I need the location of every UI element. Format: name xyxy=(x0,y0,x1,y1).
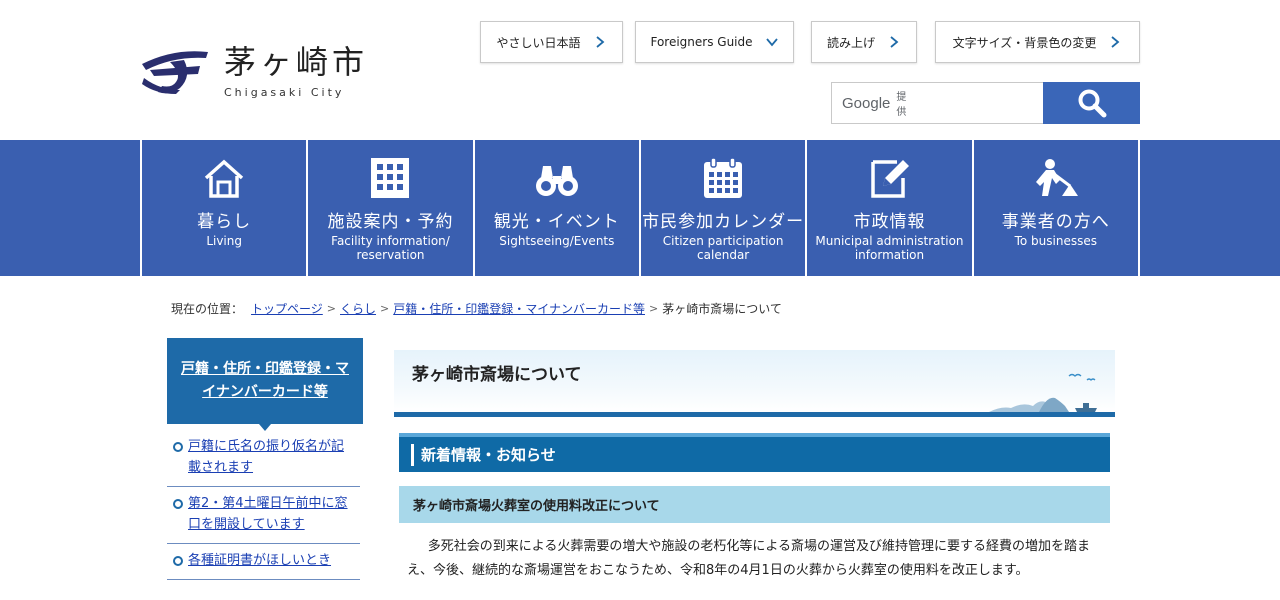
site-search: Google 提供 xyxy=(831,82,1140,124)
text-size-color-button[interactable]: 文字サイズ・背景色の変更 xyxy=(935,21,1140,63)
main-content: 茅ヶ崎市斎場について 新着情報・お知らせ 茅ヶ崎市斎場火葬室の使用料改正について… xyxy=(394,350,1115,583)
breadcrumb-link-living[interactable]: くらし xyxy=(340,300,376,317)
calendar-icon xyxy=(704,157,743,198)
list-item: 戸籍に氏名の振り仮名が記載されます xyxy=(167,430,360,487)
nav-label-ja: 市民参加カレンダー xyxy=(642,212,805,232)
search-button[interactable] xyxy=(1043,82,1140,124)
nav-label-en: To businesses xyxy=(1014,234,1097,248)
city-emblem-icon xyxy=(142,51,208,94)
nav-label-en: Citizen participation calendar xyxy=(662,234,784,262)
search-icon xyxy=(1078,89,1106,118)
nav-label-en: Facility information/ reservation xyxy=(331,234,450,262)
text-size-color-label: 文字サイズ・背景色の変更 xyxy=(952,35,1097,50)
heading-marker xyxy=(411,443,414,466)
breadcrumb-prefix: 現在の位置： xyxy=(171,302,244,316)
foreigners-guide-label: Foreigners Guide xyxy=(650,35,753,49)
breadcrumb-separator: > xyxy=(380,302,390,315)
side-menu-heading-link[interactable]: 戸籍・住所・印鑑登録・マイナンバーカード等 xyxy=(175,358,355,404)
nav-label-en: Municipal administration information xyxy=(815,234,964,262)
nav-label-ja: 施設案内・予約 xyxy=(327,212,454,232)
side-menu-list: 戸籍に氏名の振り仮名が記載されます 第2・第4土曜日午前中に窓口を開設しています… xyxy=(167,430,363,580)
read-aloud-button[interactable]: 読み上げ xyxy=(811,21,917,63)
notice-subheading: 茅ヶ崎市斎場火葬室の使用料改正について xyxy=(399,486,1110,523)
side-menu-heading: 戸籍・住所・印鑑登録・マイナンバーカード等 xyxy=(167,338,363,431)
nav-item-facility[interactable]: 施設案内・予約 Facility information/ reservatio… xyxy=(308,140,475,276)
chevron-right-icon xyxy=(595,36,604,48)
circle-bullet-icon xyxy=(173,499,183,509)
nav-item-living[interactable]: 暮らし Living xyxy=(142,140,309,276)
side-menu-link[interactable]: 戸籍に氏名の振り仮名が記載されます xyxy=(188,439,344,475)
nav-label-ja: 観光・イベント xyxy=(493,212,620,232)
global-navigation: 暮らし Living 施設案内・予約 Facility information/… xyxy=(0,140,1280,276)
nav-label-ja: 事業者の方へ xyxy=(1001,212,1110,232)
breadcrumb-current: 茅ヶ崎市斎場について xyxy=(662,302,782,316)
breadcrumb-separator: > xyxy=(326,302,336,315)
google-provided-label: 提供 xyxy=(896,92,907,118)
binoculars-icon xyxy=(535,166,578,196)
breadcrumb-separator: > xyxy=(649,302,659,315)
read-aloud-label: 読み上げ xyxy=(826,35,875,50)
news-section-heading: 新着情報・お知らせ xyxy=(399,433,1110,472)
news-heading-label: 新着情報・お知らせ xyxy=(421,446,556,464)
nav-item-businesses[interactable]: 事業者の方へ To businesses xyxy=(974,140,1140,276)
circle-bullet-icon xyxy=(173,442,183,452)
page-title-underline xyxy=(394,412,1115,417)
building-icon xyxy=(371,158,410,198)
side-menu: 戸籍・住所・印鑑登録・マイナンバーカード等 戸籍に氏名の振り仮名が記載されます … xyxy=(167,338,363,580)
search-box[interactable]: Google 提供 xyxy=(831,82,1062,124)
site-logo[interactable]: 茅ヶ崎市 Chigasaki City xyxy=(140,44,368,99)
nav-item-municipal[interactable]: 市政情報 Municipal administration informatio… xyxy=(807,140,974,276)
chevron-right-icon xyxy=(1111,36,1120,48)
foreigners-guide-button[interactable]: Foreigners Guide xyxy=(635,21,794,63)
circle-bullet-icon xyxy=(173,556,183,566)
site-header: 茅ヶ崎市 Chigasaki City やさしい日本語 Foreigners G… xyxy=(0,0,1280,140)
nav-label-ja: 市政情報 xyxy=(853,212,926,232)
search-input[interactable] xyxy=(906,88,1062,118)
nav-label-en: Living xyxy=(206,234,242,248)
notice-body-text: 多死社会の到来による火葬需要の増大や施設の老朽化等による斎場の運営及び維持管理に… xyxy=(407,539,1091,578)
logo-romanized-name: Chigasaki City xyxy=(224,86,345,99)
side-menu-link[interactable]: 第2・第4土曜日午前中に窓口を開設しています xyxy=(188,496,348,532)
breadcrumb: 現在の位置： トップページ > くらし > 戸籍・住所・印鑑登録・マイナンバーカ… xyxy=(171,300,782,317)
house-icon xyxy=(204,159,244,198)
google-logo: Google xyxy=(842,94,891,112)
easy-japanese-button[interactable]: やさしい日本語 xyxy=(480,21,623,63)
logo-city-name: 茅ヶ崎市 xyxy=(224,43,369,81)
list-item: 各種証明書がほしいとき xyxy=(167,544,360,580)
nav-label-en: Sightseeing/Events xyxy=(499,234,615,248)
list-item: 第2・第4土曜日午前中に窓口を開設しています xyxy=(167,487,360,544)
page-title: 茅ヶ崎市斎場について xyxy=(412,365,582,385)
breadcrumb-link-top[interactable]: トップページ xyxy=(251,300,323,317)
chevron-right-icon xyxy=(890,36,899,48)
nav-item-sightseeing[interactable]: 観光・イベント Sightseeing/Events xyxy=(475,140,641,276)
pen-document-icon xyxy=(871,160,910,198)
seascape-decoration-icon xyxy=(989,373,1097,412)
nav-item-calendar[interactable]: 市民参加カレンダー Citizen participation calendar xyxy=(641,140,808,276)
page-title-band: 茅ヶ崎市斎場について xyxy=(394,350,1115,412)
side-menu-link[interactable]: 各種証明書がほしいとき xyxy=(188,553,331,568)
worker-icon xyxy=(1035,159,1078,196)
nav-label-ja: 暮らし xyxy=(197,212,252,232)
breadcrumb-link-category[interactable]: 戸籍・住所・印鑑登録・マイナンバーカード等 xyxy=(393,300,645,317)
easy-japanese-label: やさしい日本語 xyxy=(496,35,581,50)
chevron-down-icon xyxy=(765,38,778,47)
